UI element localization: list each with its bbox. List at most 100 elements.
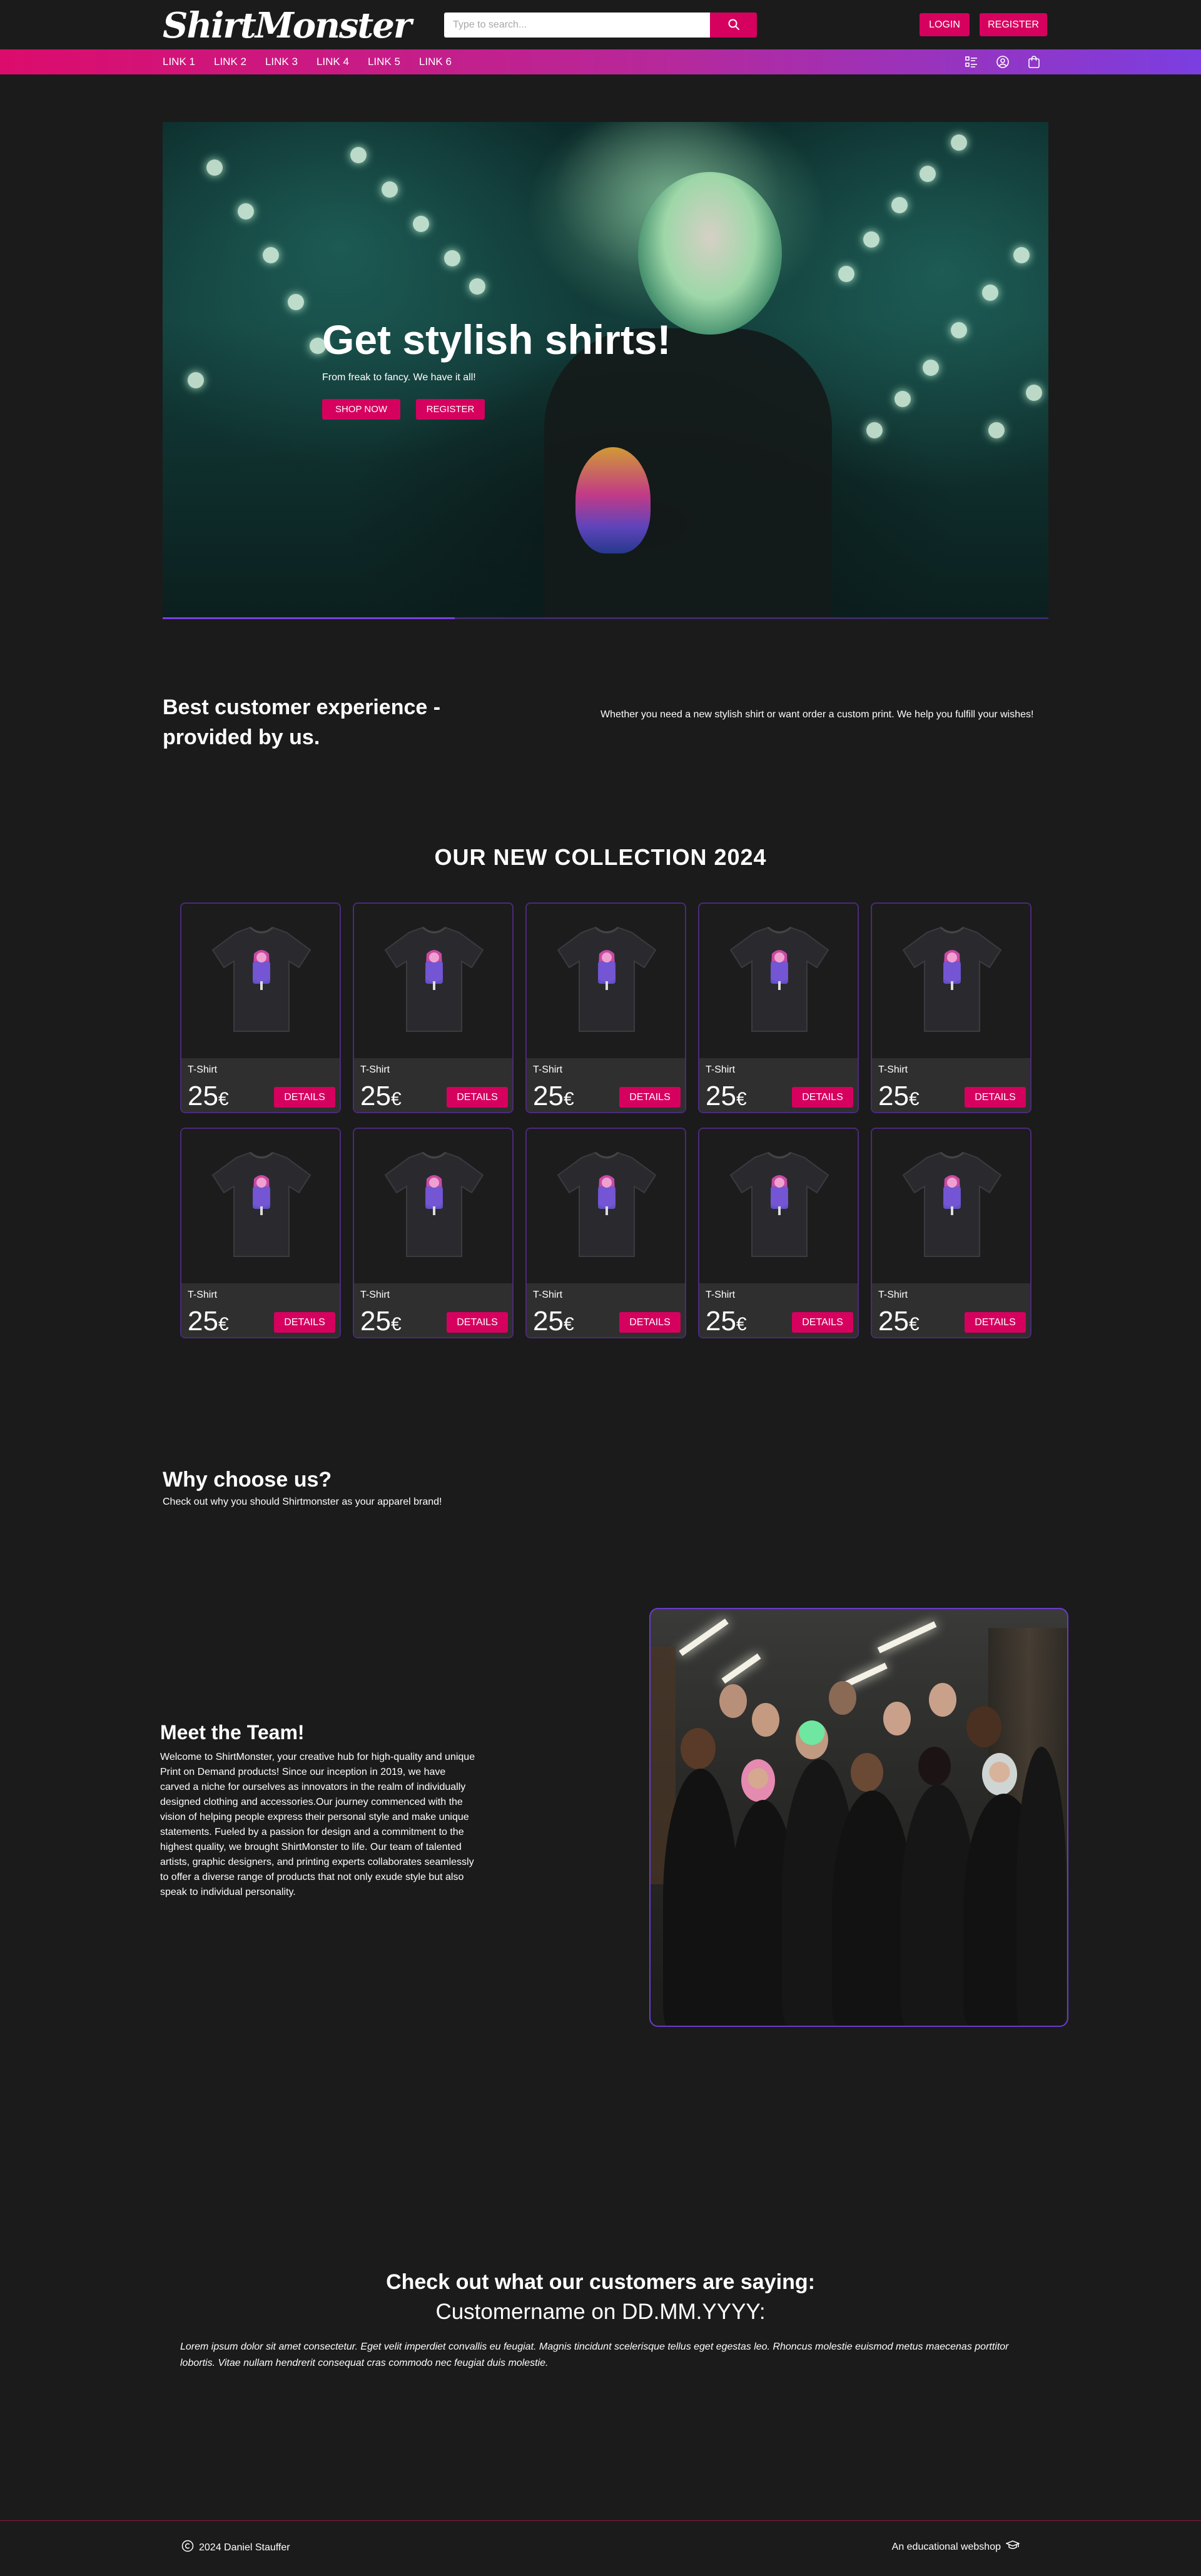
price-currency: € [736, 1314, 747, 1335]
product-info: T-Shirt 25€ DETAILS [699, 1283, 858, 1337]
product-price: 25€ [533, 1081, 574, 1112]
search-input[interactable] [444, 13, 710, 38]
product-image[interactable] [872, 904, 1030, 1058]
product-card[interactable]: T-Shirt 25€ DETAILS [180, 902, 341, 1113]
details-button[interactable]: DETAILS [965, 1312, 1026, 1333]
product-image[interactable] [699, 1129, 858, 1283]
logo[interactable]: ShirtMonster [163, 5, 412, 46]
product-card[interactable]: T-Shirt 25€ DETAILS [180, 1128, 341, 1338]
product-info: T-Shirt 25€ DETAILS [181, 1058, 340, 1112]
tshirt-image [902, 1151, 1002, 1258]
product-image[interactable] [354, 1129, 512, 1283]
product-price: 25€ [878, 1306, 920, 1337]
nav-link-5[interactable]: LINK 5 [368, 56, 400, 68]
nav-link-4[interactable]: LINK 4 [317, 56, 349, 68]
collection-title: OUR NEW COLLECTION 2024 [434, 844, 767, 870]
product-price: 25€ [360, 1306, 402, 1337]
nav-link-6[interactable]: LINK 6 [419, 56, 452, 68]
product-name: T-Shirt [188, 1290, 218, 1300]
details-button[interactable]: DETAILS [274, 1087, 335, 1108]
tshirt-image [384, 1151, 484, 1258]
nav-link-2[interactable]: LINK 2 [214, 56, 246, 68]
footer-copyright: 2024 Daniel Stauffer [181, 2540, 290, 2555]
details-button[interactable]: DETAILS [619, 1312, 681, 1333]
register-button[interactable]: REGISTER [980, 13, 1047, 36]
nav-link-1[interactable]: LINK 1 [163, 56, 195, 68]
shop-now-button[interactable]: SHOP NOW [322, 399, 400, 420]
login-button[interactable]: LOGIN [920, 13, 970, 36]
hero-shirt-print [575, 447, 651, 553]
price-value: 25 [878, 1081, 909, 1111]
footer-tagline: An educational webshop [891, 2540, 1021, 2554]
product-image[interactable] [181, 904, 340, 1058]
product-name: T-Shirt [360, 1290, 390, 1300]
product-image[interactable] [354, 904, 512, 1058]
user-circle-icon[interactable] [995, 54, 1011, 70]
footer: 2024 Daniel Stauffer An educational webs… [0, 2520, 1201, 2576]
product-image[interactable] [527, 1129, 685, 1283]
product-card[interactable]: T-Shirt 25€ DETAILS [698, 1128, 859, 1338]
tshirt-image [557, 926, 657, 1033]
product-image[interactable] [872, 1129, 1030, 1283]
product-price: 25€ [706, 1306, 747, 1337]
graduation-cap-icon [1005, 2540, 1021, 2554]
details-button[interactable]: DETAILS [447, 1087, 508, 1108]
price-value: 25 [360, 1081, 391, 1111]
product-card[interactable]: T-Shirt 25€ DETAILS [871, 1128, 1031, 1338]
product-price: 25€ [533, 1306, 574, 1337]
tshirt-image [384, 926, 484, 1033]
price-currency: € [390, 1314, 402, 1335]
details-button[interactable]: DETAILS [792, 1312, 853, 1333]
top-header: ShirtMonster LOGIN REGISTER [0, 0, 1201, 49]
price-currency: € [218, 1089, 229, 1109]
product-card[interactable]: T-Shirt 25€ DETAILS [525, 902, 686, 1113]
nav-link-3[interactable]: LINK 3 [265, 56, 298, 68]
price-currency: € [390, 1089, 402, 1109]
product-name: T-Shirt [706, 1064, 736, 1075]
details-button[interactable]: DETAILS [792, 1087, 853, 1108]
testimonial-customer: Customername on DD.MM.YYYY: [435, 2300, 766, 2324]
product-image[interactable] [181, 1129, 340, 1283]
shopping-bag-icon[interactable] [1026, 54, 1042, 70]
hero-register-button[interactable]: REGISTER [416, 399, 485, 420]
product-info: T-Shirt 25€ DETAILS [527, 1058, 685, 1112]
hero-subtitle: From freak to fancy. We have it all! [322, 372, 476, 383]
details-button[interactable]: DETAILS [274, 1312, 335, 1333]
why-subtitle: Check out why you should Shirtmonster as… [163, 1497, 442, 1507]
experience-text: Whether you need a new stylish shirt or … [600, 709, 1034, 720]
tagline-text: An educational webshop [891, 2541, 1001, 2552]
product-card[interactable]: T-Shirt 25€ DETAILS [353, 1128, 514, 1338]
nav-bar: LINK 1 LINK 2 LINK 3 LINK 4 LINK 5 LINK … [0, 49, 1201, 74]
product-card[interactable]: T-Shirt 25€ DETAILS [698, 902, 859, 1113]
price-currency: € [563, 1089, 574, 1109]
team-photo [649, 1608, 1068, 2027]
team-text: Welcome to ShirtMonster, your creative h… [160, 1752, 475, 1897]
product-card[interactable]: T-Shirt 25€ DETAILS [871, 902, 1031, 1113]
details-button[interactable]: DETAILS [965, 1087, 1026, 1108]
product-image[interactable] [699, 904, 858, 1058]
hero-banner: Get stylish shirts! From freak to fancy.… [163, 122, 1048, 619]
details-button[interactable]: DETAILS [447, 1312, 508, 1333]
slide-progress-fill [163, 617, 455, 619]
product-info: T-Shirt 25€ DETAILS [354, 1058, 512, 1112]
product-name: T-Shirt [533, 1064, 563, 1075]
price-value: 25 [878, 1306, 909, 1336]
tshirt-image [557, 1151, 657, 1258]
product-price: 25€ [188, 1081, 229, 1112]
tshirt-image [902, 926, 1002, 1033]
price-value: 25 [706, 1306, 736, 1336]
product-card[interactable]: T-Shirt 25€ DETAILS [353, 902, 514, 1113]
tshirt-image [729, 926, 829, 1033]
product-name: T-Shirt [533, 1290, 563, 1300]
search-button[interactable] [710, 13, 757, 38]
details-button[interactable]: DETAILS [619, 1087, 681, 1108]
price-currency: € [908, 1089, 920, 1109]
product-card[interactable]: T-Shirt 25€ DETAILS [525, 1128, 686, 1338]
checklist-icon[interactable] [963, 54, 980, 70]
tshirt-image [211, 926, 312, 1033]
search-bar [444, 13, 757, 38]
price-value: 25 [188, 1081, 218, 1111]
copyright-text: 2024 Daniel Stauffer [199, 2542, 290, 2553]
copyright-icon [181, 2540, 194, 2555]
product-image[interactable] [527, 904, 685, 1058]
